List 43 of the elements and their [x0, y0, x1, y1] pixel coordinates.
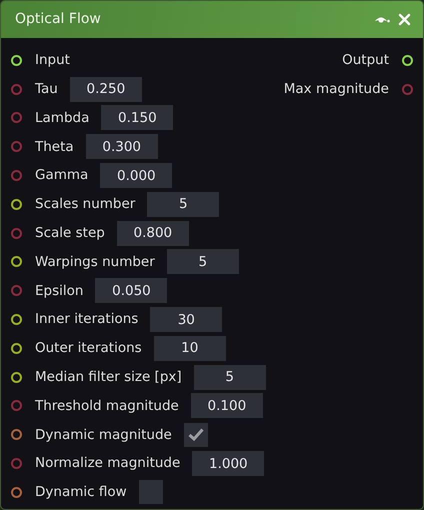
number-field[interactable]: 0.050 [95, 278, 168, 304]
checkbox[interactable] [184, 422, 208, 447]
pin-icon[interactable] [11, 198, 22, 210]
pin-label: Gamma [35, 166, 88, 186]
pin-label: Threshold magnitude [35, 396, 179, 416]
node-title: Optical Flow [15, 10, 101, 29]
number-field[interactable]: 0.150 [101, 105, 174, 130]
pin-label: Outer iterations [35, 339, 142, 358]
number-field[interactable]: 5 [166, 249, 239, 274]
pin-icon[interactable] [11, 342, 22, 354]
pin-label: Input [35, 51, 70, 70]
pin-label: Normalize magnitude [35, 454, 180, 474]
pin-icon[interactable] [11, 372, 22, 383]
pin-label: Dynamic flow [35, 483, 127, 502]
number-field[interactable]: 0.800 [116, 220, 189, 246]
pin-label: Dynamic magnitude [35, 426, 172, 445]
number-field[interactable]: 0.000 [100, 163, 172, 188]
number-field[interactable]: 0.100 [190, 393, 263, 418]
number-field[interactable]: 30 [150, 307, 222, 332]
pin-icon[interactable] [11, 256, 22, 268]
pin-icon[interactable] [402, 54, 413, 66]
pin-label: Max magnitude [284, 80, 389, 100]
pin-label: Scale step [35, 224, 105, 244]
number-field[interactable]: 0.300 [86, 134, 158, 160]
pin-label: Output [342, 51, 389, 70]
number-field[interactable]: 10 [154, 336, 226, 361]
pin-label: Scales number [35, 195, 136, 214]
pin-label: Warpings number [35, 252, 155, 272]
number-field[interactable]: 5 [147, 192, 220, 217]
pin-label: Tau [35, 80, 58, 100]
checkbox[interactable] [138, 480, 163, 504]
pin-label: Epsilon [35, 282, 84, 301]
number-field[interactable]: 0.250 [70, 76, 142, 102]
close-icon[interactable] [398, 13, 411, 26]
number-field[interactable]: 1.000 [192, 451, 264, 476]
pin-icon[interactable] [11, 54, 22, 66]
pin-icon[interactable] [11, 314, 22, 326]
pin-label: Theta [35, 138, 74, 157]
pin-label: Inner iterations [35, 310, 138, 330]
pin-label: Median filter size [px] [35, 368, 182, 388]
number-field[interactable]: 5 [194, 364, 266, 390]
pin-label: Lambda [35, 108, 90, 128]
check-icon [188, 428, 204, 442]
